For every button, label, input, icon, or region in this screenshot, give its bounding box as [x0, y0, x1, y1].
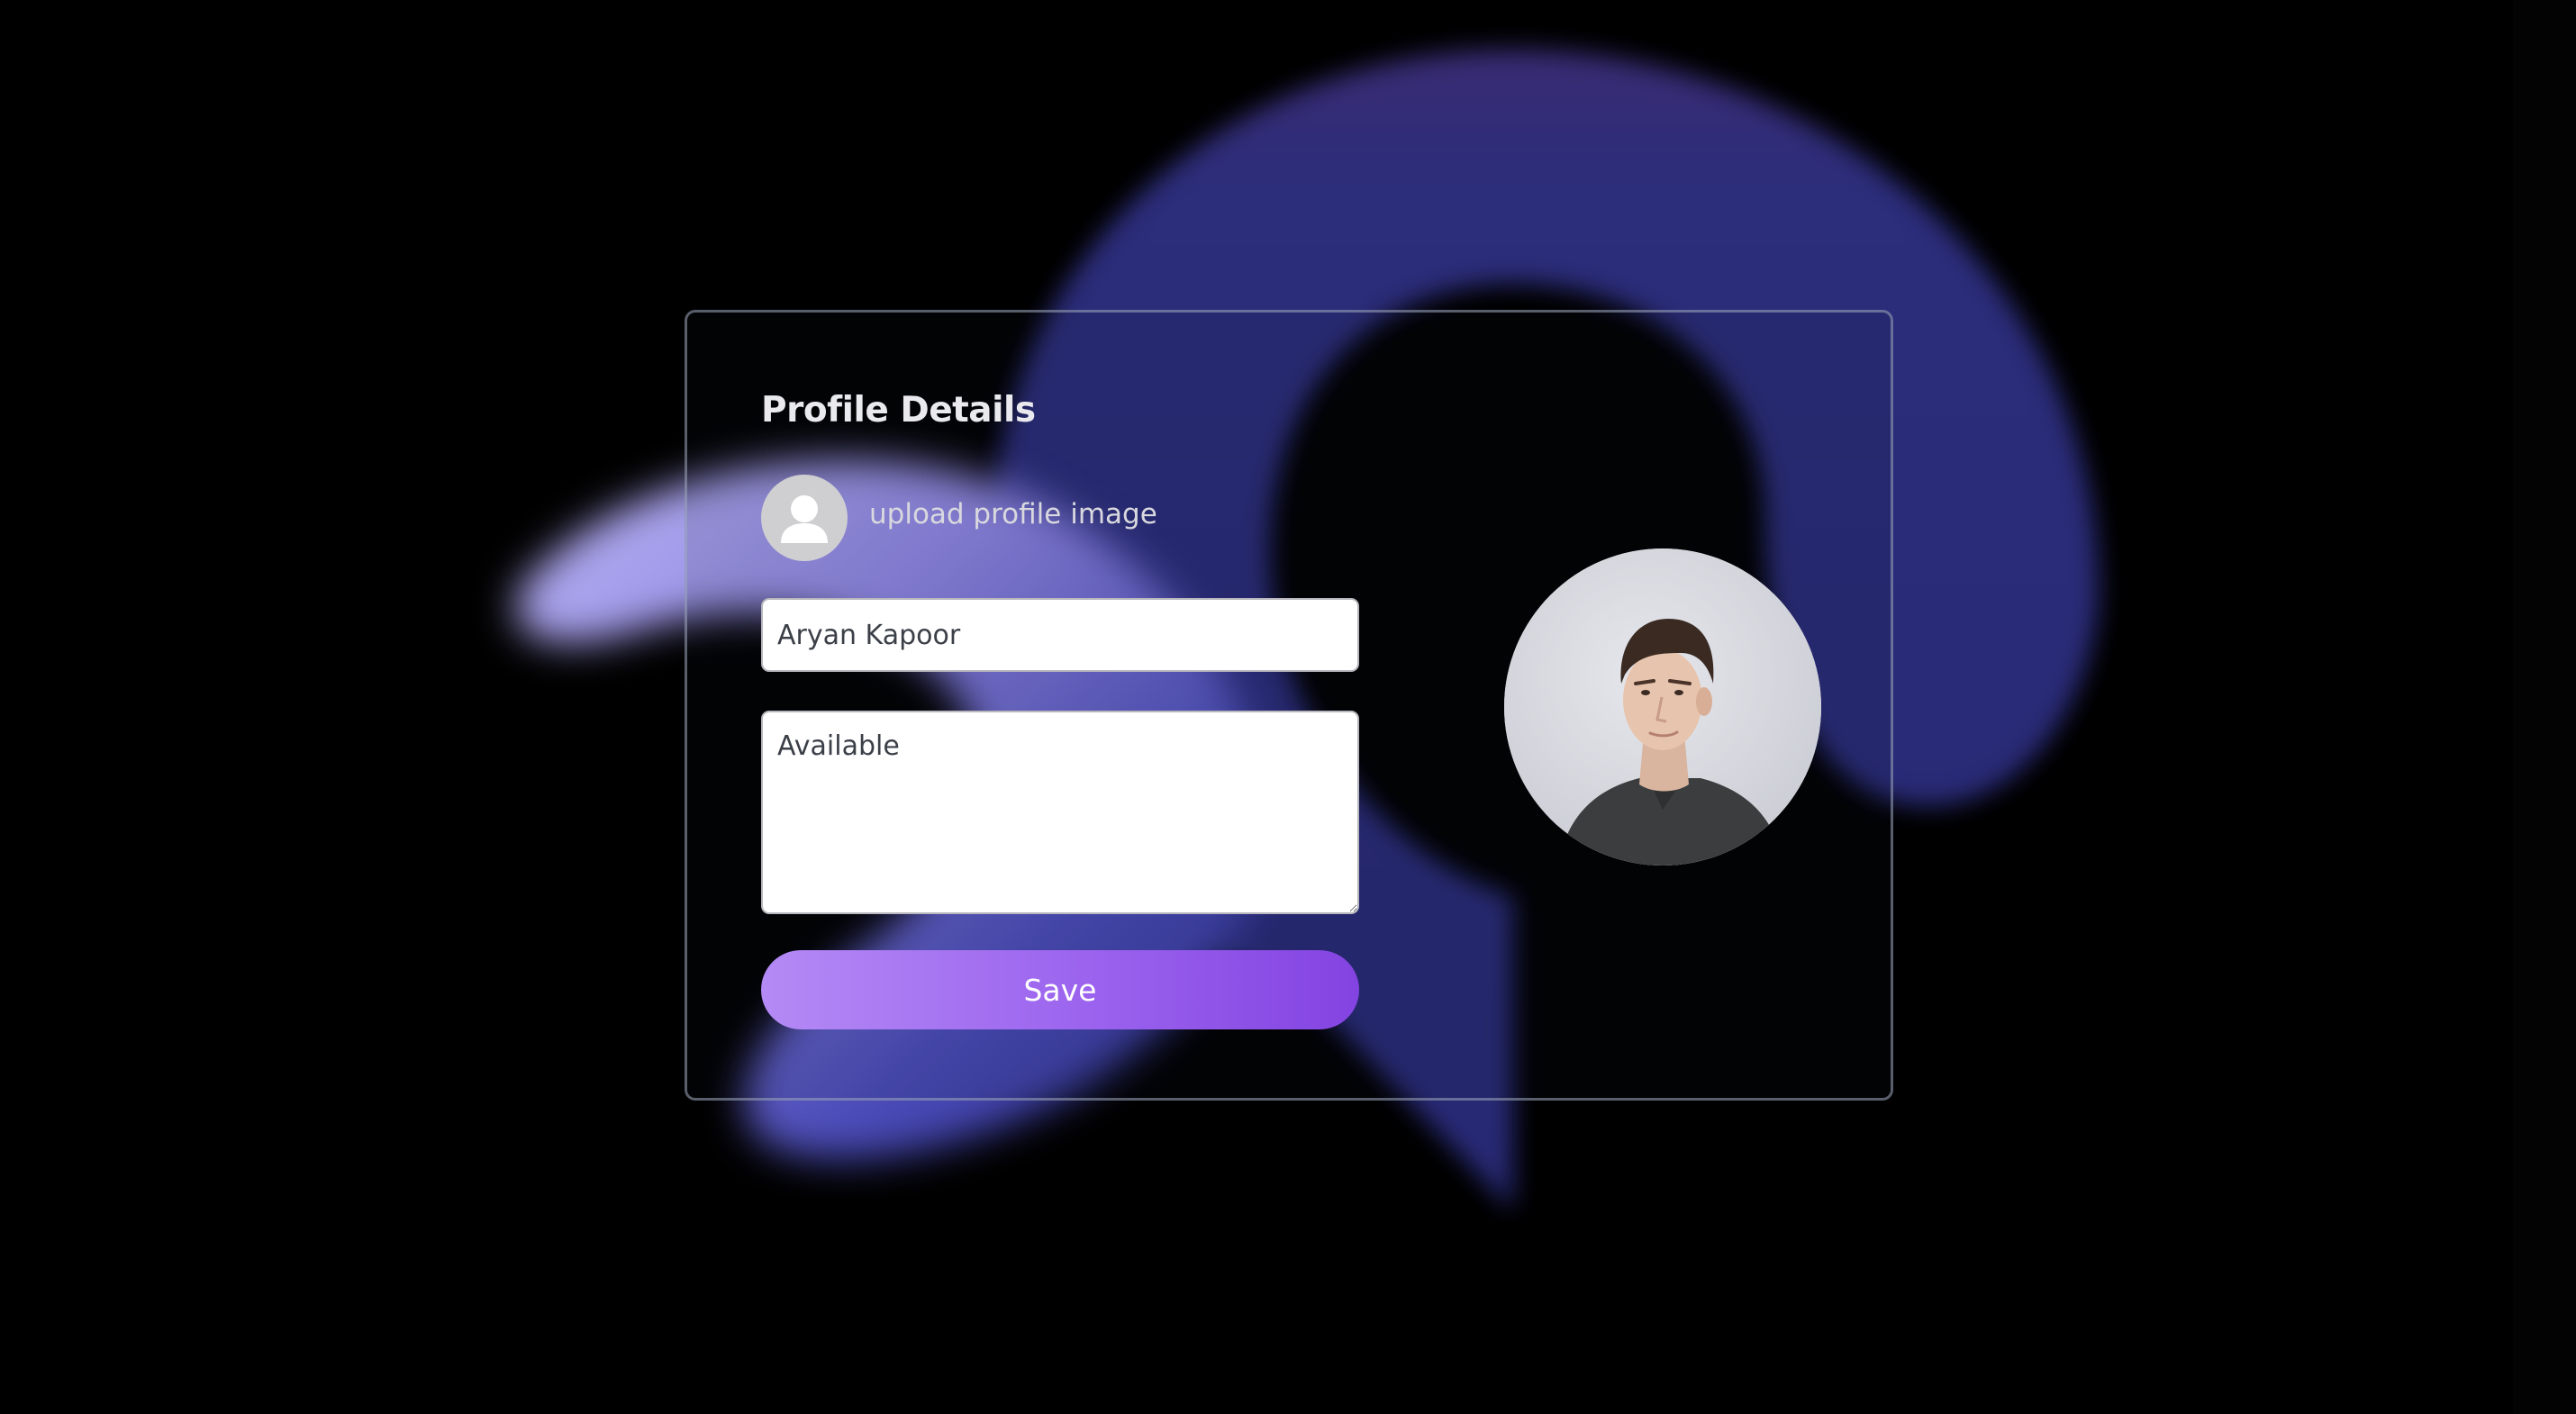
save-button[interactable]: Save: [761, 950, 1359, 1029]
status-field[interactable]: Available: [761, 711, 1359, 914]
edge-strip: [2513, 0, 2576, 1414]
profile-photo: [1504, 548, 1821, 866]
page-background: Profile Details upload profile image Ava…: [0, 0, 2576, 1414]
user-icon[interactable]: [761, 475, 848, 561]
profile-card: Profile Details upload profile image Ava…: [685, 310, 1893, 1101]
page-title: Profile Details: [761, 390, 1036, 431]
upload-profile-image-link[interactable]: upload profile image: [869, 498, 1157, 530]
name-field[interactable]: [761, 598, 1359, 672]
